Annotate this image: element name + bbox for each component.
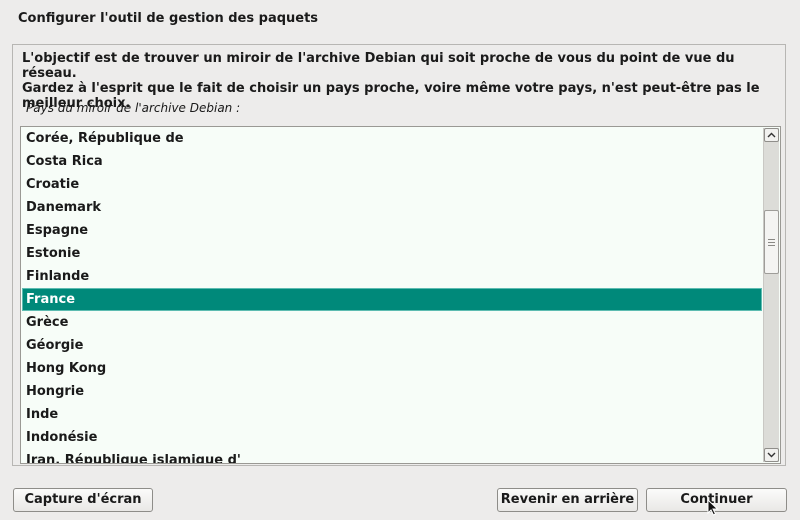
content-panel: L'objectif est de trouver un miroir de l…: [12, 44, 786, 466]
list-item-indonesie[interactable]: Indonésie: [22, 426, 762, 449]
chevron-down-icon: [767, 452, 776, 458]
list-item-inde[interactable]: Inde: [22, 403, 762, 426]
list-item-croatie[interactable]: Croatie: [22, 173, 762, 196]
scroll-up-button[interactable]: [764, 128, 779, 142]
mouse-pointer-icon: [707, 499, 719, 516]
back-button[interactable]: Revenir en arrière: [497, 488, 638, 512]
list-item-iran[interactable]: Iran, République islamique d': [22, 449, 762, 463]
list-item-finlande[interactable]: Finlande: [22, 265, 762, 288]
list-item-hongrie[interactable]: Hongrie: [22, 380, 762, 403]
list-item-france-selected[interactable]: France: [22, 288, 762, 311]
list-item-coree[interactable]: Corée, République de: [22, 127, 762, 150]
country-list: Corée, République de Costa Rica Croatie …: [22, 127, 762, 463]
list-item-espagne[interactable]: Espagne: [22, 219, 762, 242]
list-item-grece[interactable]: Grèce: [22, 311, 762, 334]
scroll-down-button[interactable]: [764, 448, 779, 462]
description-line-1: L'objectif est de trouver un miroir de l…: [22, 51, 735, 81]
list-item-estonie[interactable]: Estonie: [22, 242, 762, 265]
scrollbar-thumb[interactable]: [764, 210, 779, 274]
window-title: Configurer l'outil de gestion des paquet…: [18, 11, 319, 26]
chevron-up-icon: [767, 132, 776, 138]
vertical-scrollbar[interactable]: [763, 128, 779, 462]
list-item-hong-kong[interactable]: Hong Kong: [22, 357, 762, 380]
list-item-danemark[interactable]: Danemark: [22, 196, 762, 219]
grip-icon: [768, 238, 775, 246]
list-item-georgie[interactable]: Géorgie: [22, 334, 762, 357]
country-list-label: Pays du miroir de l'archive Debian :: [26, 101, 241, 115]
list-item-costa-rica[interactable]: Costa Rica: [22, 150, 762, 173]
screenshot-button[interactable]: Capture d'écran: [13, 488, 153, 512]
country-listbox[interactable]: Corée, République de Costa Rica Croatie …: [20, 126, 781, 464]
